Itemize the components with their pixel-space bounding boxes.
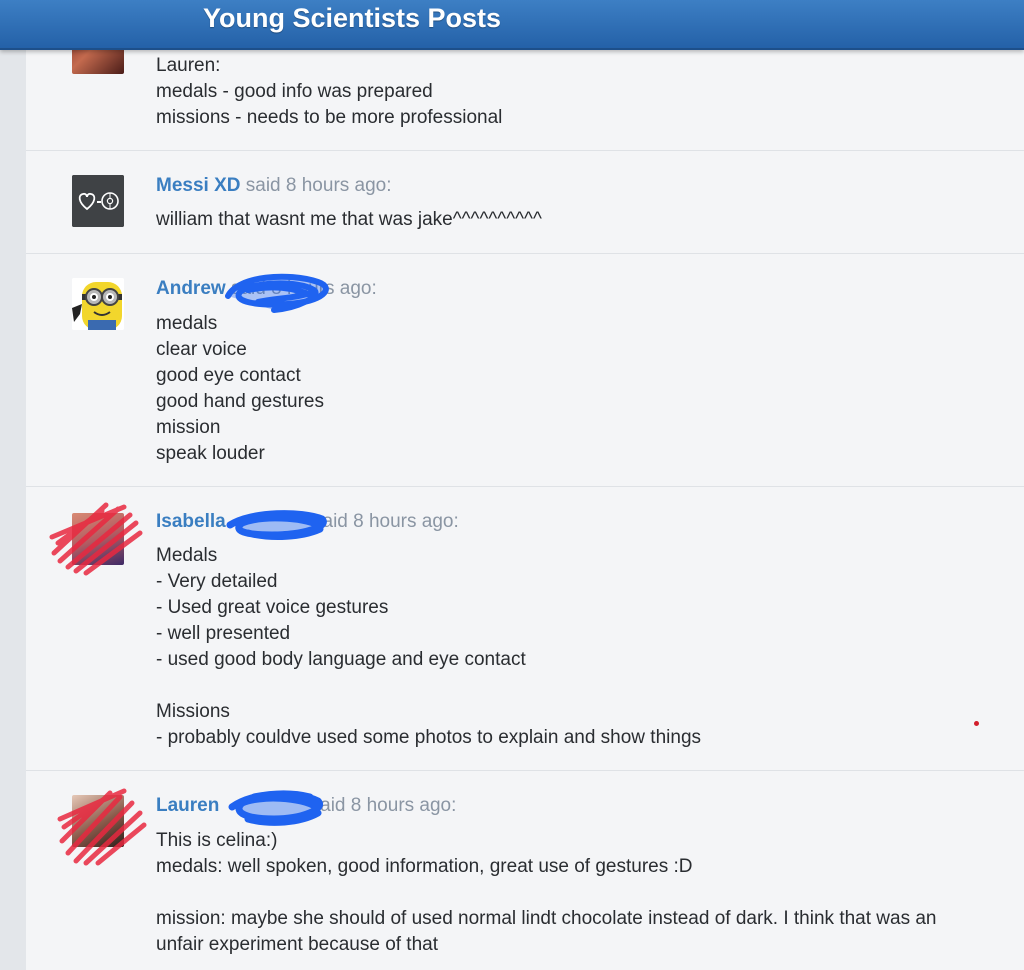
post-line: william that wasnt me that was jake^^^^^…: [156, 209, 542, 230]
post: Andrew said 8 hours ago: medals clear vo…: [26, 254, 1024, 487]
timestamp: said 8 hours ago:: [305, 795, 457, 816]
post-line: medals - good info was prepared: [156, 81, 433, 102]
post-line: clear voice: [156, 339, 247, 360]
post-line: [156, 880, 1006, 906]
post-body: This is celina:) medals: well spoken, go…: [156, 828, 1006, 958]
post-line: unfair experiment because of that: [156, 934, 439, 955]
page-title: Young Scientists Posts: [203, 3, 502, 33]
post-line: good eye contact: [156, 365, 301, 386]
avatar[interactable]: [72, 795, 124, 847]
post-line: This is celina:): [156, 830, 278, 851]
post-line: mission: [156, 417, 221, 438]
minion-avatar-icon: [72, 278, 124, 330]
post-body: Medals - Very detailed - Used great voic…: [156, 545, 1006, 751]
post: Messi XD said 8 hours ago: william that …: [26, 151, 1024, 254]
post-line: [156, 673, 1006, 699]
post-meta: Isabella said 8 hours ago:: [156, 511, 459, 533]
post-line: good hand gestures: [156, 391, 324, 412]
post-line: Lauren:: [156, 55, 221, 76]
post-line: speak louder: [156, 443, 265, 464]
red-dot-mark: [974, 721, 979, 726]
avatar[interactable]: [72, 513, 124, 565]
post-body: Lauren: medals - good info was prepared …: [156, 53, 1006, 131]
avatar[interactable]: [72, 175, 124, 227]
post-body: william that wasnt me that was jake^^^^^…: [156, 207, 1006, 233]
post-line: medals: well spoken, good information, g…: [156, 856, 693, 877]
avatar[interactable]: [72, 278, 124, 330]
heart-soccer-avatar-icon: [72, 175, 124, 227]
avatar[interactable]: [72, 50, 124, 74]
author-name[interactable]: Lauren: [156, 795, 219, 816]
post-line: mission: maybe she should of used normal…: [156, 908, 937, 929]
post-meta: Andrew said 8 hours ago:: [156, 278, 377, 300]
post-meta: Lauren said 8 hours ago:: [156, 795, 456, 817]
timestamp: said 8 hours ago:: [225, 278, 377, 299]
timestamp: said 8 hours ago:: [307, 511, 459, 532]
post-body: medals clear voice good eye contact good…: [156, 311, 1006, 467]
post: Lauren said 8 hours ago: This is celina:…: [26, 771, 1024, 970]
post-line: - used good body language and eye contac…: [156, 649, 526, 670]
post-line: missions - needs to be more professional: [156, 107, 503, 128]
author-name[interactable]: Messi XD: [156, 175, 240, 196]
app-header: Young Scientists Posts: [0, 0, 1024, 50]
post: Lauren: medals - good info was prepared …: [26, 50, 1024, 151]
post-line: - Used great voice gestures: [156, 597, 389, 618]
post-line: - well presented: [156, 623, 291, 644]
post-line: - Very detailed: [156, 571, 278, 592]
post-meta: Messi XD said 8 hours ago:: [156, 175, 392, 197]
author-name[interactable]: Andrew: [156, 278, 226, 299]
post-line: Missions: [156, 701, 230, 722]
post-line: Medals: [156, 545, 218, 566]
timestamp: said 8 hours ago:: [240, 175, 392, 196]
posts-feed[interactable]: Lauren: medals - good info was prepared …: [26, 50, 1024, 970]
post: Isabella said 8 hours ago: Medals - Very…: [26, 487, 1024, 771]
post-line: - probably couldve used some photos to e…: [156, 727, 702, 748]
left-rail: [0, 50, 27, 970]
post-line: medals: [156, 313, 218, 334]
author-name[interactable]: Isabella: [156, 511, 226, 532]
